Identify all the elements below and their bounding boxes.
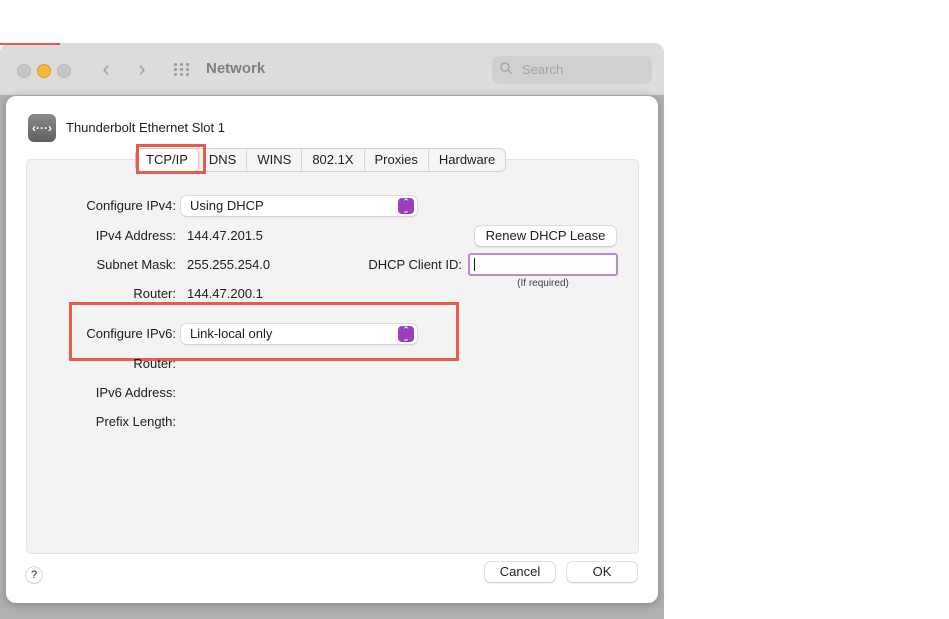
window-title: Network (206, 60, 266, 77)
text-caret (474, 258, 475, 271)
ipv4-address-value: 144.47.201.5 (187, 228, 263, 243)
configure-ipv4-popup[interactable]: Using DHCP ⌃ ⌄ (181, 196, 417, 216)
prefix-length-label: Prefix Length: (95, 414, 176, 429)
tab-8021x[interactable]: 802.1X (302, 149, 365, 171)
advanced-network-sheet: ‹···› Thunderbolt Ethernet Slot 1 TCP/IP… (6, 96, 658, 603)
cancel-button[interactable]: Cancel (485, 562, 555, 582)
configure-ipv4-label: Configure IPv4: (86, 198, 176, 213)
router-label: Router: (133, 286, 176, 301)
dhcp-client-id-label: DHCP Client ID: (368, 257, 462, 272)
ipv6-address-label: IPv6 Address: (95, 385, 176, 400)
zoom-traffic-light[interactable] (57, 64, 71, 78)
search-placeholder: Search (522, 62, 564, 77)
subnet-mask-label: Subnet Mask: (96, 257, 177, 272)
popup-arrows-icon: ⌃ ⌄ (398, 198, 414, 215)
titlebar: ‹ › Network Search (0, 43, 664, 95)
tab-dns[interactable]: DNS (199, 149, 248, 171)
search-input[interactable]: Search (492, 56, 652, 84)
configure-ipv4-value: Using DHCP (190, 198, 264, 213)
chevron-right-icon[interactable]: › (131, 57, 153, 81)
tcpip-tab-highlight (136, 144, 206, 174)
ok-button[interactable]: OK (567, 562, 637, 582)
ipv6-router-label: Router: (133, 356, 176, 371)
dhcp-client-id-field[interactable] (468, 253, 618, 276)
minimize-traffic-light[interactable] (37, 64, 51, 78)
tab-proxies[interactable]: Proxies (365, 149, 429, 171)
close-traffic-light[interactable] (17, 64, 31, 78)
ipv4-address-label: IPv4 Address: (95, 228, 176, 243)
help-icon[interactable]: ? (26, 567, 42, 583)
ethernet-icon: ‹···› (28, 114, 56, 142)
router-value: 144.47.200.1 (187, 286, 263, 301)
dhcp-client-id-hint: (If required) (517, 278, 569, 289)
chevron-left-icon[interactable]: ‹ (95, 57, 117, 81)
subnet-mask-value: 255.255.254.0 (187, 257, 271, 272)
window-edge-accent (0, 43, 60, 45)
configure-ipv6-highlight (69, 302, 459, 361)
renew-dhcp-lease-button[interactable]: Renew DHCP Lease (475, 226, 616, 246)
tab-wins[interactable]: WINS (247, 149, 303, 171)
search-icon (500, 62, 512, 74)
interface-name: Thunderbolt Ethernet Slot 1 (66, 120, 225, 135)
tab-hardware[interactable]: Hardware (429, 149, 505, 171)
grid-icon[interactable] (174, 63, 190, 76)
